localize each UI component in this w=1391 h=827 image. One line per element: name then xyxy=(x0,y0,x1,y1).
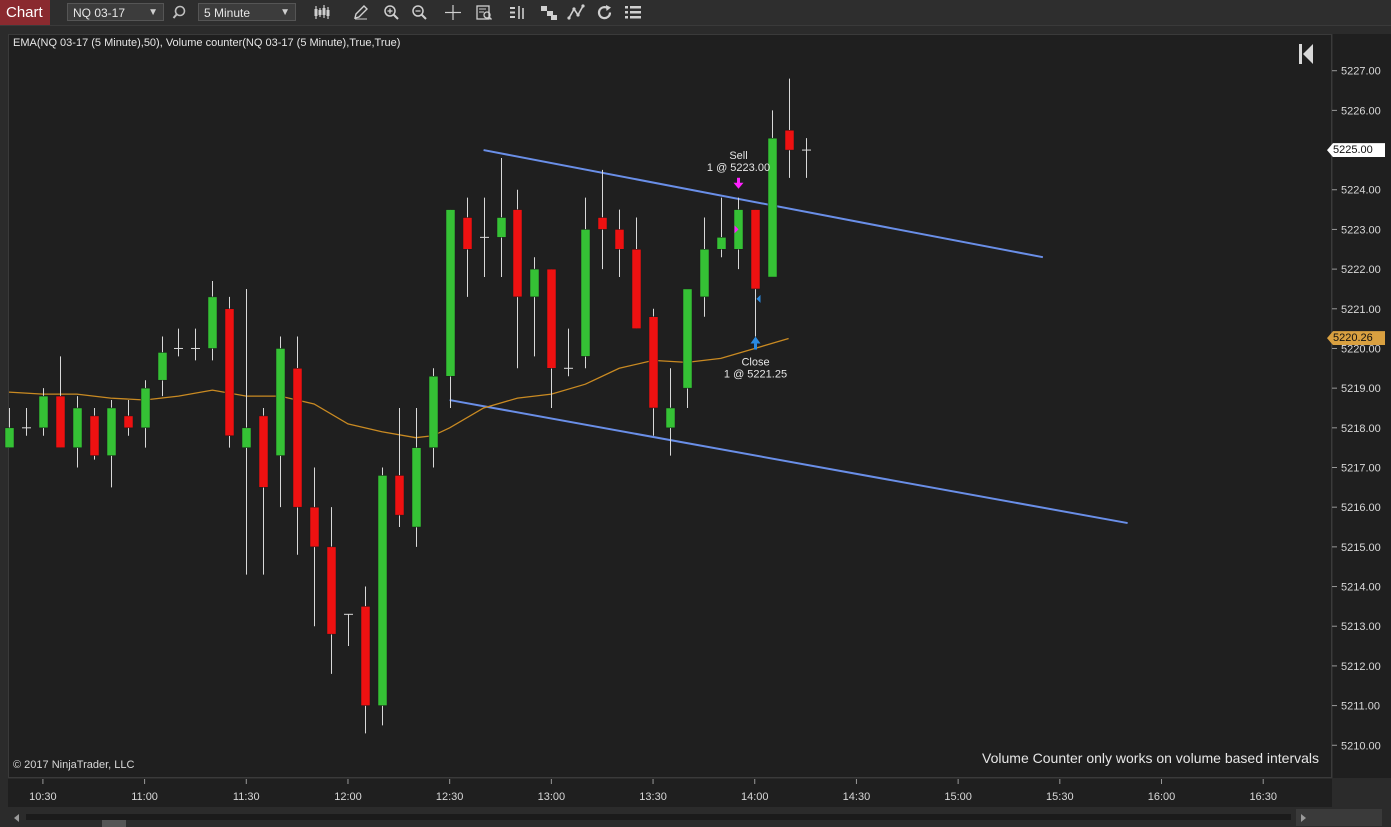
scroll-left-arrow[interactable] xyxy=(12,812,22,822)
chevron-down-icon: ▼ xyxy=(148,7,158,18)
chevron-left-icon xyxy=(14,814,19,822)
reload-button[interactable] xyxy=(594,2,616,23)
scroll-right-arrow[interactable] xyxy=(1296,809,1382,826)
data-box-button[interactable] xyxy=(473,2,495,23)
line-chart-icon xyxy=(567,4,585,20)
zoom-in-icon xyxy=(384,5,399,20)
instrument-value: NQ 03-17 xyxy=(73,6,126,20)
scroll-to-end-button[interactable] xyxy=(1296,40,1318,68)
volume-counter-message: Volume Counter only works on volume base… xyxy=(982,750,1319,766)
time-axis[interactable] xyxy=(8,779,1332,807)
data-box-icon xyxy=(476,5,493,21)
properties-list-icon xyxy=(625,6,641,19)
strategies-button[interactable] xyxy=(538,2,560,23)
chevron-right-icon xyxy=(1301,814,1306,822)
scroll-thumb[interactable] xyxy=(102,820,126,827)
last-price-tag: 5225.00 xyxy=(1327,143,1385,158)
zoom-out-button[interactable] xyxy=(408,2,430,23)
toolbar: Chart NQ 03-17 ▼ 5 Minute ▼ xyxy=(0,0,1391,26)
skip-to-end-icon xyxy=(1299,44,1313,64)
horizontal-scrollbar[interactable] xyxy=(8,808,1391,827)
indicators-button[interactable] xyxy=(507,2,529,23)
interval-value: 5 Minute xyxy=(204,6,251,20)
candlestick-icon xyxy=(314,5,330,19)
ema-value-tag: 5220.26 xyxy=(1327,331,1385,346)
reload-icon xyxy=(597,5,612,20)
zoom-out-icon xyxy=(412,5,427,20)
strategies-icon xyxy=(541,6,557,20)
indicators-icon xyxy=(510,6,524,19)
bar-type-button[interactable] xyxy=(311,2,333,23)
chevron-down-icon: ▼ xyxy=(280,7,290,18)
properties-button[interactable] xyxy=(622,2,644,23)
search-icon xyxy=(172,5,186,19)
chart-panel[interactable] xyxy=(8,34,1332,778)
copyright-text: © 2017 NinjaTrader, LLC xyxy=(13,759,135,771)
indicator-label: EMA(NQ 03-17 (5 Minute),50), Volume coun… xyxy=(13,37,401,49)
zoom-in-button[interactable] xyxy=(380,2,402,23)
crosshair-icon xyxy=(445,5,461,20)
drawing-tools-button[interactable] xyxy=(350,2,372,23)
chart-tab[interactable]: Chart xyxy=(0,0,50,25)
scroll-track[interactable] xyxy=(26,814,1291,820)
crosshair-button[interactable] xyxy=(442,2,464,23)
search-instrument-button[interactable] xyxy=(170,2,192,23)
pencil-icon xyxy=(354,5,368,20)
drawing-objects-button[interactable] xyxy=(566,2,588,23)
interval-select[interactable]: 5 Minute ▼ xyxy=(198,3,296,21)
instrument-select[interactable]: NQ 03-17 ▼ xyxy=(67,3,164,21)
